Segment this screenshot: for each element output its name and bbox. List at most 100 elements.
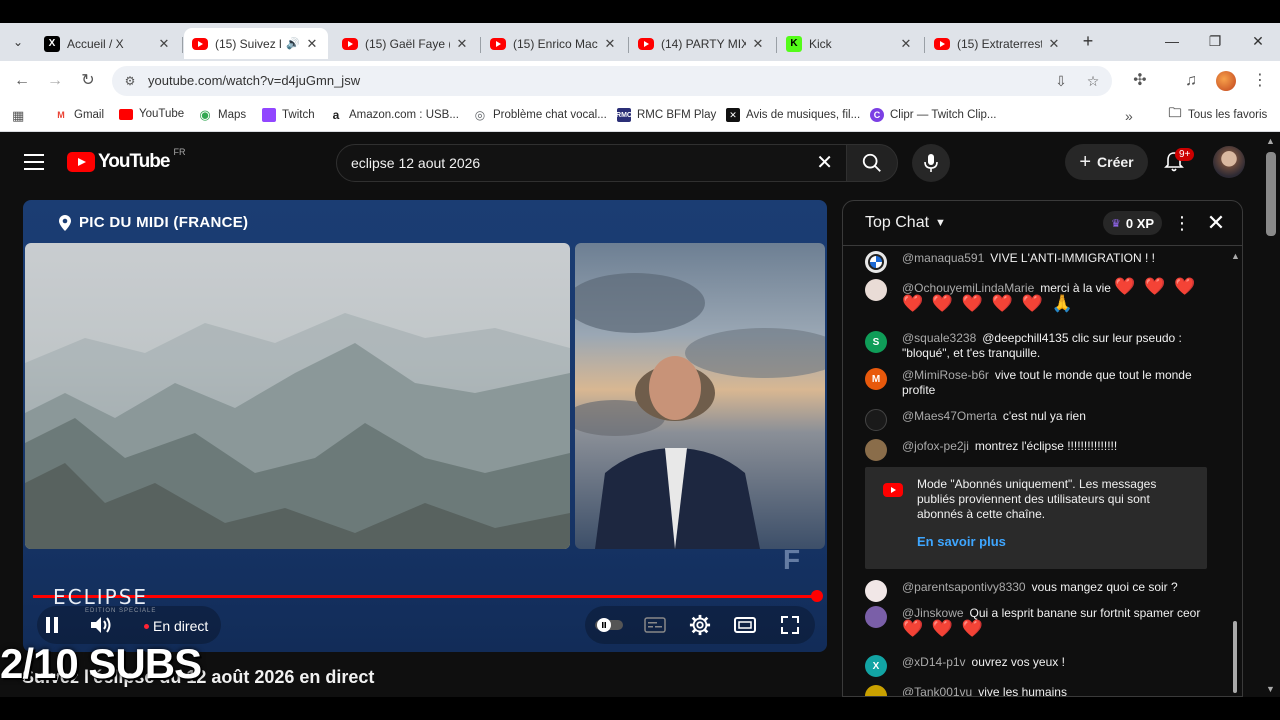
chat-mode-selector[interactable]: Top Chat ▼ bbox=[865, 214, 946, 232]
more-bookmarks-chevron-icon[interactable]: » bbox=[1125, 108, 1133, 124]
bookmark-twitch[interactable]: Twitch bbox=[262, 108, 315, 122]
avatar[interactable] bbox=[865, 606, 887, 628]
avatar[interactable] bbox=[865, 580, 887, 602]
video-player[interactable]: PIC DU MIDI (FRANCE) F ECLIPSE EDITION S… bbox=[23, 200, 827, 652]
bookmark-discord-help[interactable]: ◎ Problème chat vocal... bbox=[473, 108, 607, 122]
bookmark-clipr[interactable]: C Clipr — Twitch Clip... bbox=[870, 108, 997, 122]
site-settings-icon[interactable]: ⚙ bbox=[122, 73, 138, 89]
page-scrollbar[interactable] bbox=[1266, 152, 1276, 236]
all-bookmarks-folder[interactable]: 🗀 Tous les favoris bbox=[1168, 105, 1267, 122]
chat-close-icon[interactable]: ✕ bbox=[1205, 210, 1227, 236]
volume-icon bbox=[91, 617, 111, 633]
profile-avatar[interactable] bbox=[1216, 71, 1236, 91]
speaker-icon[interactable]: 🔊 bbox=[286, 37, 300, 50]
tab-close-icon[interactable]: ✕ bbox=[304, 36, 320, 52]
page-scroll-down-icon[interactable]: ▼ bbox=[1266, 684, 1275, 694]
chat-text: ouvrez vos yeux ! bbox=[971, 655, 1065, 669]
chat-author[interactable]: @jofox-pe2ji bbox=[902, 439, 969, 453]
media-control-icon[interactable]: ♫ bbox=[1181, 71, 1201, 91]
tab-youtube[interactable]: (15) Gaël Faye (f ✕ bbox=[334, 28, 478, 59]
progress-bar[interactable] bbox=[33, 595, 817, 598]
subtitles-button[interactable] bbox=[643, 613, 667, 637]
tab-kick[interactable]: K Kick ✕ bbox=[778, 28, 922, 59]
avatar[interactable]: M bbox=[865, 368, 887, 390]
chat-author[interactable]: @parentsapontivy8330 bbox=[902, 580, 1026, 594]
install-app-icon[interactable]: ⇩ bbox=[1052, 73, 1070, 89]
chat-author[interactable]: @Jinskowe bbox=[902, 606, 964, 620]
avatar[interactable] bbox=[865, 409, 887, 431]
notification-count-badge: 9+ bbox=[1175, 148, 1195, 161]
youtube-icon bbox=[192, 37, 208, 50]
avatar[interactable]: S bbox=[865, 331, 887, 353]
tab-close-icon[interactable]: ✕ bbox=[1046, 36, 1062, 52]
chat-author[interactable]: @squale3238 bbox=[902, 331, 976, 345]
chat-more-options-icon[interactable]: ⋮ bbox=[1173, 213, 1191, 233]
theater-mode-button[interactable] bbox=[733, 613, 757, 637]
chat-author[interactable]: @MimiRose-b6r bbox=[902, 368, 989, 382]
chat-text: Qui a lesprit banane sur fortnit spamer … bbox=[969, 606, 1201, 620]
learn-more-link[interactable]: En savoir plus bbox=[917, 534, 1006, 549]
tab-close-icon[interactable]: ✕ bbox=[602, 36, 618, 52]
tab-close-icon[interactable]: ✕ bbox=[454, 36, 470, 52]
back-arrow-icon[interactable]: ← bbox=[12, 71, 32, 91]
create-button[interactable]: + Créer bbox=[1065, 144, 1148, 180]
bookmark-gmail[interactable]: M Gmail bbox=[54, 108, 104, 122]
search-input[interactable]: eclipse 12 aout 2026 ✕ bbox=[336, 144, 848, 182]
bookmark-star-icon[interactable]: ☆ bbox=[1084, 73, 1102, 89]
chat-author[interactable]: @manaqua591 bbox=[902, 251, 984, 265]
tab-youtube-active[interactable]: (15) Suivez l 🔊 ✕ bbox=[184, 28, 328, 59]
chat-author[interactable]: @Tank001vu bbox=[902, 685, 972, 696]
address-bar[interactable]: ⚙ youtube.com/watch?v=d4juGmn_jsw ⇩ ☆ bbox=[112, 66, 1112, 96]
reload-icon[interactable]: ↻ bbox=[78, 71, 98, 91]
chat-author[interactable]: @xD14-p1v bbox=[902, 655, 966, 669]
forward-arrow-icon[interactable]: → bbox=[45, 71, 65, 91]
tab-close-icon[interactable]: ✕ bbox=[898, 36, 914, 52]
autoplay-toggle[interactable] bbox=[593, 613, 625, 637]
tab-close-icon[interactable]: ✕ bbox=[750, 36, 766, 52]
tab-x[interactable]: X Accueil / X ✕ bbox=[36, 28, 180, 59]
clear-search-icon[interactable]: ✕ bbox=[816, 151, 833, 175]
tab-search-chevron-icon[interactable]: ⌄ bbox=[8, 32, 28, 52]
pause-button[interactable] bbox=[40, 613, 64, 637]
progress-scrubber[interactable] bbox=[811, 590, 823, 602]
search-button[interactable] bbox=[846, 144, 898, 182]
bookmark-maps[interactable]: ◉ Maps bbox=[198, 107, 246, 122]
avatar[interactable]: X bbox=[865, 655, 887, 677]
avatar[interactable] bbox=[865, 251, 887, 273]
chrome-menu-icon[interactable]: ⋮ bbox=[1250, 71, 1270, 91]
tab-close-icon[interactable]: ✕ bbox=[156, 36, 172, 52]
apps-grid-icon[interactable]: ▦ bbox=[12, 108, 24, 124]
tab-youtube[interactable]: (14) PARTY MIX ✕ bbox=[630, 28, 774, 59]
avatar[interactable] bbox=[865, 439, 887, 461]
fullscreen-button[interactable] bbox=[778, 613, 802, 637]
minimize-icon[interactable]: — bbox=[1162, 31, 1182, 51]
account-avatar[interactable] bbox=[1213, 146, 1245, 178]
extensions-puzzle-icon[interactable]: ✣ bbox=[1130, 71, 1150, 91]
live-label[interactable]: En direct bbox=[153, 618, 208, 634]
window-close-icon[interactable]: ✕ bbox=[1248, 31, 1268, 51]
youtube-logo[interactable]: YouTube FR bbox=[67, 147, 185, 173]
avatar[interactable] bbox=[865, 279, 887, 301]
volume-button[interactable] bbox=[89, 613, 113, 637]
settings-button[interactable] bbox=[688, 613, 712, 637]
youtube-page: YouTube FR eclipse 12 aout 2026 ✕ + Crée… bbox=[0, 132, 1280, 697]
chat-message: @Tank001vu vive les humains bbox=[865, 685, 1205, 696]
new-tab-plus-icon[interactable]: + bbox=[1080, 31, 1096, 51]
hamburger-menu-icon[interactable] bbox=[24, 154, 44, 170]
tab-youtube[interactable]: (15) Enrico Maci ✕ bbox=[482, 28, 626, 59]
bookmark-youtube[interactable]: YouTube bbox=[119, 108, 184, 120]
xp-badge[interactable]: ♛ 0 XP bbox=[1103, 211, 1163, 235]
chat-scrollbar[interactable] bbox=[1233, 621, 1237, 693]
restore-icon[interactable]: ❐ bbox=[1205, 31, 1225, 51]
chat-scroll-up-icon[interactable]: ▲ bbox=[1231, 251, 1240, 261]
chat-author[interactable]: @Maes47Omerta bbox=[902, 409, 997, 423]
bookmark-amazon[interactable]: a Amazon.com : USB... bbox=[329, 108, 459, 122]
chat-header: Top Chat ▼ ♛ 0 XP ⋮ ✕ bbox=[843, 201, 1242, 246]
chat-author[interactable]: @OchouyemiLindaMarie bbox=[902, 281, 1034, 295]
voice-search-button[interactable] bbox=[912, 144, 950, 182]
avatar[interactable] bbox=[865, 685, 887, 696]
bookmark-reviews[interactable]: ✕ Avis de musiques, fil... bbox=[726, 108, 860, 122]
bookmark-rmc[interactable]: RMC RMC BFM Play bbox=[616, 108, 716, 122]
tab-youtube[interactable]: (15) Extraterrest ✕ bbox=[926, 28, 1070, 59]
page-scroll-up-icon[interactable]: ▲ bbox=[1266, 136, 1275, 146]
